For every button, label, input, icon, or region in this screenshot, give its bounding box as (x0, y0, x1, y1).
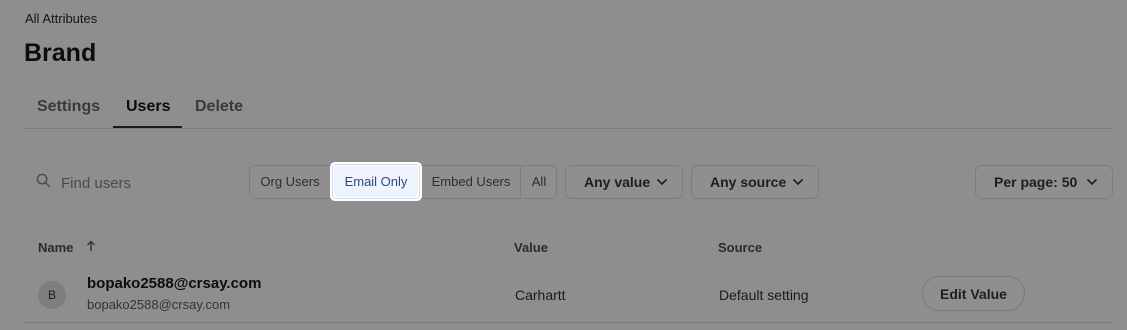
breadcrumb[interactable]: All Attributes (25, 11, 97, 26)
row-divider (24, 322, 1113, 323)
search-input[interactable] (61, 174, 231, 192)
chevron-down-icon (792, 178, 804, 186)
column-header-source: Source (718, 240, 763, 255)
per-page-dropdown[interactable]: Per page: 50 (975, 165, 1113, 199)
chevron-down-icon (656, 178, 668, 186)
chevron-down-icon (1086, 178, 1098, 186)
search-icon (36, 173, 51, 193)
page-title: Brand (24, 39, 97, 67)
filter-email-only-label: Email Only (334, 166, 418, 197)
column-header-value: Value (514, 240, 548, 255)
source-filter-dropdown[interactable]: Any source (691, 165, 819, 199)
source-filter-label: Any source (710, 174, 787, 190)
arrow-up-icon[interactable] (86, 240, 96, 252)
tab-delete[interactable]: Delete (195, 98, 243, 116)
value-filter-dropdown[interactable]: Any value (565, 165, 683, 199)
filter-org-users[interactable]: Org Users (250, 166, 330, 198)
column-header-name[interactable]: Name (38, 240, 73, 255)
user-source: Default setting (719, 287, 809, 303)
filter-email-only[interactable]: Email Only (330, 162, 422, 201)
filter-all[interactable]: All (521, 166, 557, 198)
filter-embed-users[interactable]: Embed Users (422, 166, 520, 198)
user-email: bopako2588@crsay.com (87, 297, 231, 312)
search-box[interactable] (36, 172, 236, 194)
edit-value-button[interactable]: Edit Value (922, 276, 1025, 311)
user-value: Carhartt (515, 287, 566, 303)
tab-settings[interactable]: Settings (37, 98, 100, 116)
tab-bar: Settings Users Delete (24, 90, 1113, 129)
tab-users[interactable]: Users (126, 98, 170, 116)
per-page-label: Per page: 50 (994, 174, 1078, 190)
active-tab-indicator (113, 126, 182, 128)
value-filter-label: Any value (584, 174, 651, 190)
avatar: B (38, 281, 66, 309)
user-name: bopako2588@crsay.com (87, 275, 262, 292)
